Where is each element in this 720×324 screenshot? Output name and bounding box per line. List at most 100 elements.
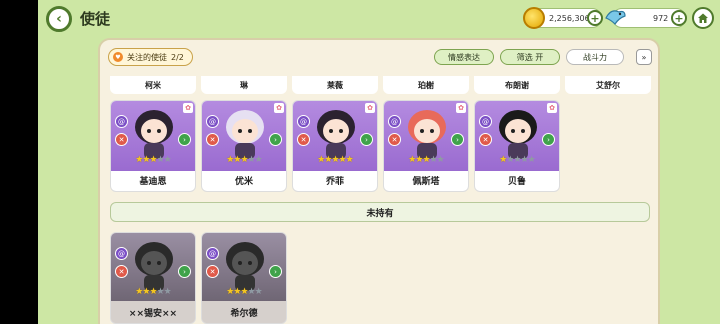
coin-icon xyxy=(523,7,545,29)
chevron-right-icon[interactable]: › xyxy=(451,133,464,146)
spiral-icon: @ xyxy=(479,115,492,128)
power-sort-button[interactable]: 战斗力 xyxy=(566,49,624,65)
star-empty-icon: ★ xyxy=(254,155,263,165)
character-name: 优米 xyxy=(234,176,253,187)
star-empty-icon: ★ xyxy=(254,287,263,297)
filter-label: 筛选 开 xyxy=(516,52,544,62)
star-filled-icon: ★ xyxy=(422,155,430,165)
spiral-icon: @ xyxy=(297,115,310,128)
star-filled-icon: ★ xyxy=(345,155,354,165)
unowned-section-header: 未持有 xyxy=(110,202,650,222)
character-name: 乔菲 xyxy=(325,176,344,187)
star-empty-icon: ★ xyxy=(163,155,172,165)
star-empty-icon: ★ xyxy=(429,155,438,165)
back-button[interactable]: ‹ xyxy=(46,6,72,32)
character-card[interactable]: @ ✕ › ✿ ★★★★★ 乔菲 xyxy=(292,100,378,192)
character-name: 贝鲁 xyxy=(507,176,526,187)
emotion-label: 情感表达 xyxy=(448,52,480,62)
emotion-button[interactable]: 情感表达 xyxy=(434,49,494,65)
home-icon xyxy=(698,13,708,23)
chevron-right-icon[interactable]: › xyxy=(269,133,282,146)
name-tab[interactable]: 布朗谢 xyxy=(474,76,560,94)
gem-value: 972 xyxy=(653,13,669,23)
spiral-icon: @ xyxy=(388,115,401,128)
page-title: 使徒 xyxy=(80,10,111,28)
add-coins-button[interactable]: + xyxy=(587,10,603,26)
double-chevron-icon: » xyxy=(641,52,647,62)
character-card[interactable]: @ ✕ › ★★★★★ ××锡安×× xyxy=(110,232,196,324)
chevron-right-icon[interactable]: › xyxy=(178,265,191,278)
name-tab[interactable]: 莱薇 xyxy=(292,76,378,94)
crossed-tools-icon: ✕ xyxy=(297,133,310,146)
star-empty-icon: ★ xyxy=(513,155,521,165)
crossed-tools-icon: ✕ xyxy=(206,265,219,278)
character-portrait: @ ✕ › ✿ ★★★★★ xyxy=(293,101,377,171)
home-button[interactable] xyxy=(692,7,714,29)
star-empty-icon: ★ xyxy=(247,287,256,297)
spiral-icon: @ xyxy=(115,115,128,128)
character-card[interactable]: @ ✕ › ★★★★★ 希尔德 xyxy=(201,232,287,324)
collapse-button[interactable]: » xyxy=(636,49,652,65)
top-name-row: 柯米 琳 莱薇 珀榭 布朗谢 艾舒尔 xyxy=(110,76,654,96)
star-empty-icon: ★ xyxy=(156,155,165,165)
star-empty-icon: ★ xyxy=(436,155,445,165)
name-tab[interactable]: 琳 xyxy=(201,76,287,94)
flower-icon: ✿ xyxy=(274,103,284,113)
character-card[interactable]: @ ✕ › ✿ ★★★★★ 基迪恩 xyxy=(110,100,196,192)
crossed-tools-icon: ✕ xyxy=(115,133,128,146)
star-filled-icon: ★ xyxy=(149,287,157,297)
name-tab[interactable]: 珀榭 xyxy=(383,76,469,94)
star-rating: ★★★★★ xyxy=(202,287,286,297)
chevron-right-icon[interactable]: › xyxy=(542,133,555,146)
name-tab[interactable]: 柯米 xyxy=(110,76,196,94)
power-label: 战斗力 xyxy=(583,52,607,62)
apostle-panel: ♥ 关注的使徒 2/2 情感表达 筛选 开 战斗力 » 柯米 琳 莱薇 珀榭 布… xyxy=(98,38,660,324)
followed-count: 2/2 xyxy=(171,52,184,62)
chevron-right-icon[interactable]: › xyxy=(178,133,191,146)
star-rating: ★★★★★ xyxy=(384,155,468,165)
star-filled-icon: ★ xyxy=(331,155,339,165)
chevron-left-icon: ‹ xyxy=(56,11,62,27)
star-filled-icon: ★ xyxy=(338,155,347,165)
character-portrait: @ ✕ › ★★★★★ xyxy=(111,233,195,303)
character-card[interactable]: @ ✕ › ✿ ★★★★★ 优米 xyxy=(201,100,287,192)
star-rating: ★★★★★ xyxy=(111,287,195,297)
character-name: ××锡安×× xyxy=(111,301,195,323)
character-card[interactable]: @ ✕ › ✿ ★★★★★ 贝鲁 xyxy=(474,100,560,192)
star-filled-icon: ★ xyxy=(240,155,248,165)
star-empty-icon: ★ xyxy=(247,155,256,165)
character-name: 希尔德 xyxy=(202,301,286,323)
spiral-icon: @ xyxy=(115,247,128,260)
star-empty-icon: ★ xyxy=(527,155,536,165)
followed-filter-chip[interactable]: ♥ 关注的使徒 2/2 xyxy=(108,48,193,66)
chevron-right-icon[interactable]: › xyxy=(360,133,373,146)
coin-value: 2,256,306 xyxy=(549,13,590,23)
gem-counter: 972 + xyxy=(605,8,687,28)
character-name: 基迪恩 xyxy=(139,176,167,187)
character-card[interactable]: @ ✕ › ✿ ★★★★★ 佩斯塔 xyxy=(383,100,469,192)
star-empty-icon: ★ xyxy=(156,287,165,297)
star-empty-icon: ★ xyxy=(163,287,172,297)
crossed-tools-icon: ✕ xyxy=(479,133,492,146)
add-gems-button[interactable]: + xyxy=(671,10,687,26)
chevron-right-icon[interactable]: › xyxy=(269,265,282,278)
flower-icon: ✿ xyxy=(456,103,466,113)
star-rating: ★★★★★ xyxy=(111,155,195,165)
crossed-tools-icon: ✕ xyxy=(388,133,401,146)
star-filled-icon: ★ xyxy=(240,287,248,297)
coin-counter: 2,256,306 + xyxy=(523,7,603,29)
screen: ‹ 使徒 2,256,306 + 972 + ♥ 关注的使徒 2/2 情感表达 … xyxy=(38,0,720,324)
crossed-tools-icon: ✕ xyxy=(115,265,128,278)
star-rating: ★★★★★ xyxy=(475,155,559,165)
star-rating: ★★★★★ xyxy=(293,155,377,165)
flower-icon: ✿ xyxy=(365,103,375,113)
character-portrait: @ ✕ › ✿ ★★★★★ xyxy=(111,101,195,171)
character-portrait: @ ✕ › ★★★★★ xyxy=(202,233,286,303)
character-portrait: @ ✕ › ✿ ★★★★★ xyxy=(475,101,559,171)
filter-button[interactable]: 筛选 开 xyxy=(500,49,560,65)
bird-icon xyxy=(605,10,626,25)
name-tab[interactable]: 艾舒尔 xyxy=(565,76,651,94)
star-empty-icon: ★ xyxy=(520,155,529,165)
crossed-tools-icon: ✕ xyxy=(206,133,219,146)
character-name: 佩斯塔 xyxy=(412,176,440,187)
